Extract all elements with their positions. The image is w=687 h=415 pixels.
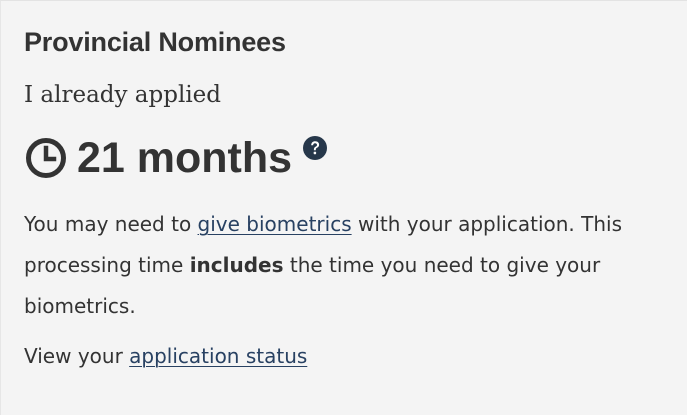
processing-time-value: 21 months [77, 134, 293, 182]
application-status-line: View your application status [24, 341, 307, 371]
biometrics-note: You may need to give biometrics with you… [24, 204, 654, 327]
give-biometrics-link[interactable]: give biometrics [198, 212, 352, 236]
application-status-link[interactable]: application status [129, 344, 307, 368]
panel-title: Provincial Nominees [24, 27, 286, 57]
application-status-prefix: View your [24, 344, 130, 368]
biometrics-note-emphasis: includes [189, 253, 284, 277]
clock-icon [26, 138, 66, 178]
biometrics-note-intro: You may need to [24, 212, 198, 236]
question-circle-icon[interactable] [302, 135, 328, 161]
processing-time-panel: Provincial Nominees I already applied 21… [0, 0, 687, 415]
application-status-label: I already applied [24, 82, 222, 108]
processing-time-row: 21 months [24, 133, 292, 183]
